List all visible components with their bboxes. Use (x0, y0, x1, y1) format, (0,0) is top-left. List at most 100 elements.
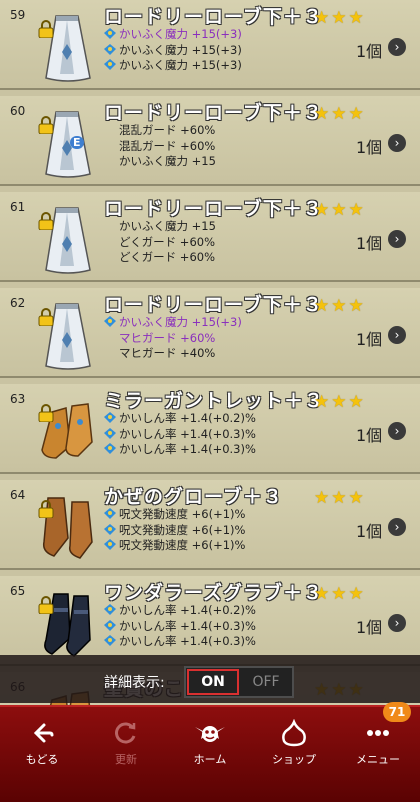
stat-line: かいしん率 +1.4(+0.3)% (104, 442, 256, 458)
stat-text: どくガード +60% (119, 234, 216, 249)
item-number: 60 (10, 104, 26, 118)
gem-icon (104, 43, 119, 57)
list-item[interactable]: 65 ワンダラーズグラブ＋３ ★★★ かいしん率 +1.4(+0.2)% かいしん率 +… (0, 576, 420, 666)
stat-line: マヒガード +60% (104, 331, 242, 347)
lock-icon (38, 212, 54, 231)
item-name: ロードリーローブ下＋３ (104, 102, 323, 124)
stat-text: かいしん率 +1.4(+0.3)% (119, 442, 256, 456)
stat-text: かいしん率 +1.4(+0.3)% (119, 426, 256, 441)
stat-text: かいふく魔力 +15 (119, 154, 216, 168)
item-quantity: 1個 (356, 234, 383, 253)
list-item[interactable]: 61 ロードリーローブ下＋３ ★★★ かいふく魔力 +15 どくガード +60% どくガー… (0, 192, 420, 282)
item-stats: かいふく魔力 +15(+3) マヒガード +60% マヒガード +40% (104, 315, 242, 362)
stat-line: かいしん率 +1.4(+0.3)% (104, 619, 256, 635)
chevron-right-icon[interactable]: › (388, 422, 406, 440)
chevron-right-icon[interactable]: › (388, 230, 406, 248)
stat-line: かいしん率 +1.4(+0.3)% (104, 634, 256, 650)
stat-line: かいしん率 +1.4(+0.2)% (104, 411, 256, 427)
equipped-badge: E (70, 136, 84, 149)
gem-icon (104, 315, 119, 329)
item-quantity: 1個 (356, 618, 383, 637)
detail-toggle[interactable]: ON OFF (184, 666, 294, 698)
item-stats: かいふく魔力 +15 どくガード +60% どくガード +60% (104, 219, 216, 266)
stat-line: かいふく魔力 +15 (104, 219, 216, 235)
stat-line: かいしん率 +1.4(+0.3)% (104, 427, 256, 443)
stat-line: 呪文発動速度 +6(+1)% (104, 523, 245, 539)
back-arrow-icon (33, 723, 54, 743)
stat-line: マヒガード +40% (104, 346, 242, 362)
gem-icon (104, 507, 119, 521)
refresh-icon (115, 722, 136, 744)
item-list[interactable]: 59 ロードリーローブ下＋３ ★★★ かいふく魔力 +15(+3) かいふく魔力 +15… (0, 0, 420, 705)
star-rating: ★★★ (314, 8, 366, 28)
chevron-right-icon[interactable]: › (388, 518, 406, 536)
list-item[interactable]: 59 ロードリーローブ下＋３ ★★★ かいふく魔力 +15(+3) かいふく魔力 +15… (0, 0, 420, 90)
item-number: 64 (10, 488, 26, 502)
star-rating: ★★★ (314, 296, 366, 316)
item-stats: かいしん率 +1.4(+0.2)% かいしん率 +1.4(+0.3)% かいしん率 … (104, 603, 256, 650)
stat-line: かいふく魔力 +15(+3) (104, 43, 242, 59)
star-rating: ★★★ (314, 392, 366, 412)
list-item[interactable]: 64 かぜのグローブ＋３ ★★★ 呪文発動速度 +6(+1)% 呪文発動速度 +6(+1… (0, 480, 420, 570)
stat-line: かいふく魔力 +15 (104, 154, 216, 170)
nav-shop-button[interactable]: ショップ (252, 719, 336, 769)
stat-line: 呪文発動速度 +6(+1)% (104, 538, 245, 554)
nav-menu-label: メニュー (356, 753, 400, 766)
toggle-on-button[interactable]: ON (187, 669, 239, 695)
stat-line: かいふく魔力 +15(+3) (104, 27, 242, 43)
stat-line: どくガード +60% (104, 235, 216, 251)
star-rating: ★★★ (314, 584, 366, 604)
stat-text: かいふく魔力 +15(+3) (119, 42, 242, 57)
stat-text: 呪文発動速度 +6(+1)% (119, 522, 246, 537)
item-quantity: 1個 (356, 522, 383, 541)
lock-icon (38, 308, 54, 327)
stat-line: 混乱ガード +60% (104, 139, 216, 155)
stat-text: かいふく魔力 +15(+3) (119, 58, 242, 72)
detail-toggle-label: 詳細表示: (104, 675, 165, 691)
bottom-nav: もどる 更新 ホーム ショップ メニュー (0, 705, 420, 802)
gem-icon (104, 634, 119, 648)
item-name: ロードリーローブ下＋３ (104, 198, 323, 220)
list-item[interactable]: 62 ロードリーローブ下＋３ ★★★ かいふく魔力 +15(+3) マヒガード +60%… (0, 288, 420, 378)
item-number: 62 (10, 296, 26, 310)
home-dracky-icon (195, 726, 225, 742)
item-number: 59 (10, 8, 26, 22)
item-stats: かいしん率 +1.4(+0.2)% かいしん率 +1.4(+0.3)% かいしん率 … (104, 411, 256, 458)
gem-icon (104, 58, 119, 72)
lock-icon (38, 20, 54, 39)
gem-icon (104, 603, 119, 617)
nav-shop-label: ショップ (272, 753, 316, 766)
chevron-right-icon[interactable]: › (388, 614, 406, 632)
stat-text: 呪文発動速度 +6(+1)% (119, 538, 246, 552)
nav-back-button[interactable]: もどる (0, 719, 84, 769)
gem-icon (104, 538, 119, 552)
stat-text: かいふく魔力 +15(+3) (119, 27, 242, 41)
nav-home-button[interactable]: ホーム (168, 719, 252, 769)
list-item[interactable]: 60 E ロードリーローブ下＋３ ★★★ 混乱ガード +60% 混乱ガード +60% かいふ… (0, 96, 420, 186)
more-dots-icon (367, 730, 389, 736)
stat-line: 呪文発動速度 +6(+1)% (104, 507, 245, 523)
stat-text: かいしん率 +1.4(+0.3)% (119, 634, 256, 648)
item-name: ミラーガントレット＋３ (104, 390, 325, 412)
gem-icon (104, 523, 119, 537)
nav-refresh-label: 更新 (115, 753, 137, 766)
item-name: ロードリーローブ下＋３ (104, 6, 323, 28)
item-quantity: 1個 (356, 138, 383, 157)
item-quantity: 1個 (356, 426, 383, 445)
item-name: ワンダラーズグラブ＋３ (104, 582, 324, 604)
nav-menu-button[interactable]: メニュー (336, 719, 420, 769)
item-number: 65 (10, 584, 26, 598)
chevron-right-icon[interactable]: › (388, 134, 406, 152)
stat-text: かいしん率 +1.4(+0.2)% (119, 603, 256, 617)
toggle-off-button[interactable]: OFF (242, 669, 290, 695)
stat-text: 混乱ガード +60% (119, 123, 216, 137)
stat-line: どくガード +60% (104, 250, 216, 266)
list-item[interactable]: 63 ミラーガントレット＋３ ★★★ かいしん率 +1.4(+0.2)% かいしん率 +… (0, 384, 420, 474)
chevron-right-icon[interactable]: › (388, 38, 406, 56)
nav-refresh-button[interactable]: 更新 (84, 719, 168, 769)
lock-icon (38, 596, 54, 615)
chevron-right-icon[interactable]: › (388, 326, 406, 344)
stat-line: かいふく魔力 +15(+3) (104, 58, 242, 74)
item-quantity: 1個 (356, 330, 383, 349)
item-stats: かいふく魔力 +15(+3) かいふく魔力 +15(+3) かいふく魔力 +15(+… (104, 27, 242, 74)
